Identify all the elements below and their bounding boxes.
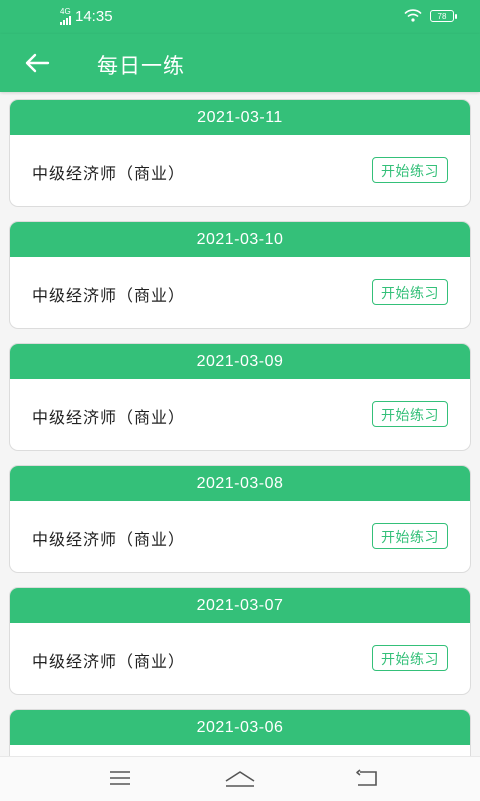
menu-icon[interactable] xyxy=(108,769,132,787)
signal-icon xyxy=(60,16,71,25)
network-type: 4G xyxy=(60,7,71,16)
page-title: 每日一练 xyxy=(97,55,185,78)
card-date: 2021-03-07 xyxy=(10,588,470,623)
card-body: 中级经济师（商业） 开始练习 xyxy=(10,135,470,206)
practice-card: 2021-03-07 中级经济师（商业） 开始练习 xyxy=(10,588,470,694)
practice-card: 2021-03-10 中级经济师（商业） 开始练习 xyxy=(10,222,470,328)
card-body: 中级经济师（商业） 开始练习 xyxy=(10,257,470,328)
practice-card: 2021-03-09 中级经济师（商业） 开始练习 xyxy=(10,344,470,450)
start-practice-button[interactable]: 开始练习 xyxy=(372,157,448,183)
card-date: 2021-03-11 xyxy=(10,100,470,135)
wifi-icon xyxy=(404,9,422,22)
course-name: 中级经济师（商业） xyxy=(32,532,186,549)
app-bar: 每日一练 xyxy=(0,34,480,92)
card-body: 中级经济师（商业） 开始练习 xyxy=(10,501,470,572)
battery-level: 78 xyxy=(437,11,447,21)
course-name: 中级经济师（商业） xyxy=(32,654,186,671)
battery-icon: 78 xyxy=(430,9,457,22)
network-indicator: 4G xyxy=(60,8,71,25)
course-name: 中级经济师（商业） xyxy=(32,288,186,305)
practice-card: 2021-03-06 xyxy=(10,710,470,756)
start-practice-button[interactable]: 开始练习 xyxy=(372,401,448,427)
card-date: 2021-03-09 xyxy=(10,344,470,379)
arrow-left-icon[interactable] xyxy=(22,49,52,77)
status-time: 14:35 xyxy=(75,8,113,25)
card-body: 中级经济师（商业） 开始练习 xyxy=(10,379,470,450)
status-right: 78 xyxy=(404,9,457,22)
return-icon[interactable] xyxy=(354,769,380,789)
start-practice-button[interactable]: 开始练习 xyxy=(372,523,448,549)
card-date: 2021-03-08 xyxy=(10,466,470,501)
practice-card: 2021-03-11 中级经济师（商业） 开始练习 xyxy=(10,100,470,206)
card-body: 中级经济师（商业） 开始练习 xyxy=(10,623,470,694)
start-practice-button[interactable]: 开始练习 xyxy=(372,279,448,305)
course-name: 中级经济师（商业） xyxy=(32,410,186,427)
home-icon[interactable] xyxy=(224,769,256,789)
practice-card: 2021-03-08 中级经济师（商业） 开始练习 xyxy=(10,466,470,572)
practice-list[interactable]: 2021-03-11 中级经济师（商业） 开始练习 2021-03-10 中级经… xyxy=(0,92,480,756)
card-date: 2021-03-10 xyxy=(10,222,470,257)
status-bar: 4G 14:35 78 xyxy=(0,0,480,34)
course-name: 中级经济师（商业） xyxy=(32,166,186,183)
system-nav-bar xyxy=(0,756,480,801)
start-practice-button[interactable]: 开始练习 xyxy=(372,645,448,671)
status-left: 4G 14:35 xyxy=(60,8,113,25)
card-body xyxy=(10,745,470,756)
card-date: 2021-03-06 xyxy=(10,710,470,745)
